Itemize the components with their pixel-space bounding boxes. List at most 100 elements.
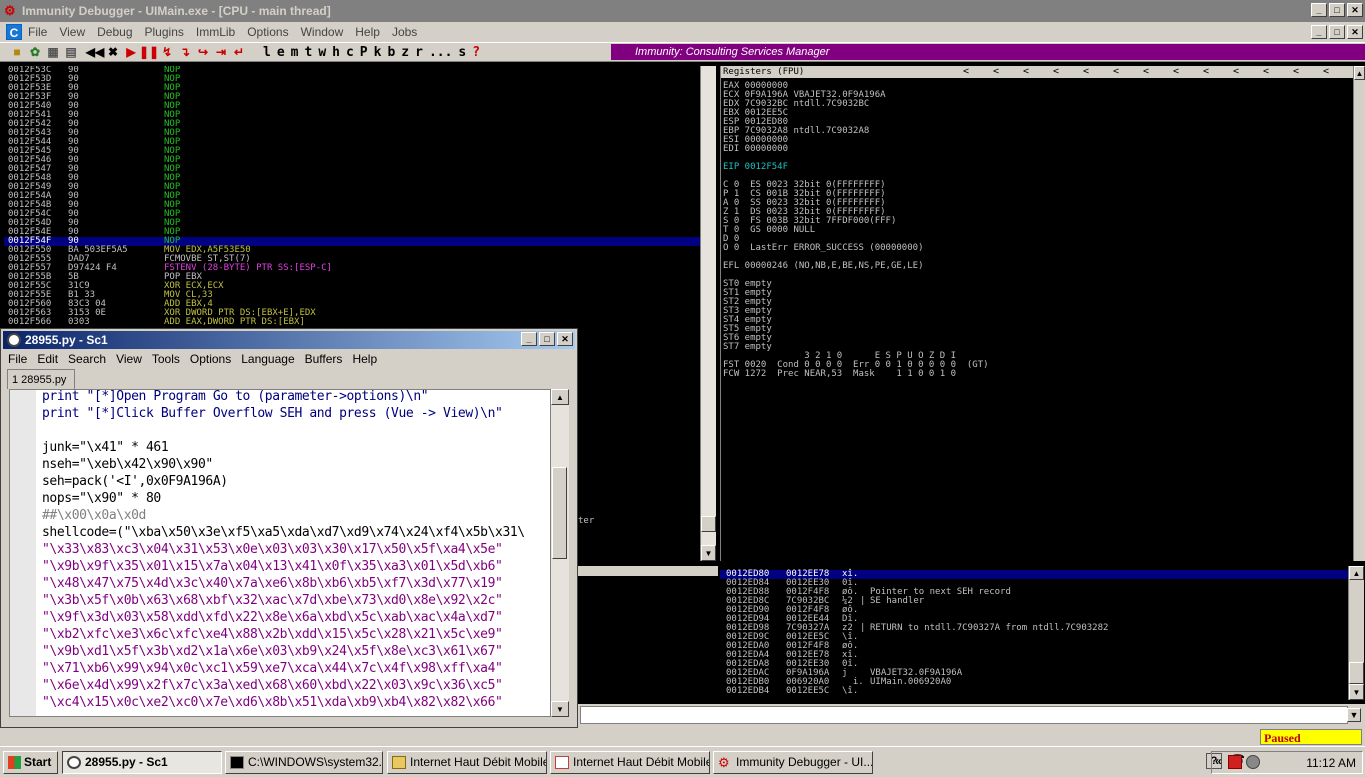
scroll-down-icon[interactable]: ▼ [701,545,716,561]
task-scite[interactable]: 28955.py - Sc1 [62,751,222,774]
disasm-row[interactable]: 0012F54C 90 NOP [4,210,716,219]
editor-scrollbar[interactable]: ▲ ▼ [551,389,569,717]
maximize-button[interactable]: □ [1329,3,1345,17]
pause-icon[interactable]: ❚❚ [140,44,158,60]
menu-jobs[interactable]: Jobs [392,25,417,39]
chevron-left-icon[interactable]: < [1053,66,1059,78]
chevron-left-icon[interactable]: < [993,66,999,78]
register-line[interactable]: FCW 1272 Prec NEAR,53 Mask 1 1 0 0 1 0 [723,370,956,379]
disasm-row[interactable]: 0012F54B 90 NOP [4,201,716,210]
disasm-row[interactable]: 0012F547 90 NOP [4,165,716,174]
start-button[interactable]: Start [3,751,58,774]
disasm-row[interactable]: 0012F540 90 NOP [4,102,716,111]
windows-button[interactable]: w [318,45,326,60]
tray-speaker-icon[interactable] [1246,755,1260,769]
source-button[interactable]: s [458,45,466,60]
disasm-row[interactable]: 0012F557 D97424 F4 FSTENV (28-BYTE) PTR SS… [4,264,716,273]
chevron-left-icon[interactable]: < [1023,66,1029,78]
menu-file[interactable]: File [28,25,47,39]
registers-pane[interactable]: Registers (FPU) < < < < < < < < < < < < … [720,66,1364,561]
chevron-left-icon[interactable]: < [1263,66,1269,78]
menu-plugins[interactable]: Plugins [145,25,184,39]
task-cmd[interactable]: C:\WINDOWS\system32... [225,751,383,774]
menu-debug[interactable]: Debug [97,25,132,39]
close-program-icon[interactable]: ▤ [62,44,80,60]
go-to-icon[interactable]: ⇥ [212,44,230,60]
editor-title-bar[interactable]: 28955.py - Sc1 [3,331,575,349]
menu-window[interactable]: Window [301,25,344,39]
disasm-row[interactable]: 0012F542 90 NOP [4,120,716,129]
threads-button[interactable]: t [304,45,312,60]
task-immunity[interactable]: ⚙ Immunity Debugger - UI... [713,751,873,774]
registers-scrollbar[interactable]: ▲ [1353,66,1365,561]
editor-maximize-button[interactable]: □ [539,332,555,346]
chevron-left-icon[interactable]: < [1113,66,1119,78]
disasm-row[interactable]: 0012F53D 90 NOP [4,75,716,84]
stack-scrollbar[interactable]: ▲ ▼ [1348,566,1364,700]
disasm-row[interactable]: 0012F546 90 NOP [4,156,716,165]
editor-minimize-button[interactable]: _ [521,332,537,346]
disasm-row[interactable]: 0012F550 BA 503EF5A5 MOV EDX,A5F53E50 [4,246,716,255]
chevron-left-icon[interactable]: < [1083,66,1089,78]
chevron-left-icon[interactable]: < [963,66,969,78]
task-internet-2[interactable]: Internet Haut Débit Mobile [550,751,710,774]
cpu-button[interactable]: c [346,45,354,60]
chevron-left-icon[interactable]: < [1233,66,1239,78]
scroll-thumb[interactable] [701,516,716,532]
chevron-left-icon[interactable]: < [1143,66,1149,78]
memory-map-button[interactable]: m [291,45,299,60]
disasm-row[interactable]: 0012F560 83C3 04 ADD EBX,4 [4,300,716,309]
scroll-up-icon[interactable]: ▲ [1349,566,1364,580]
editor-menu-language[interactable]: Language [241,352,294,366]
child-restore-button[interactable]: □ [1329,25,1345,39]
patches-button[interactable]: P [360,45,368,60]
editor-menu-help[interactable]: Help [352,352,377,366]
register-line[interactable]: EDI 00000000 [723,145,788,154]
editor-tab[interactable]: 1 28955.py [7,369,75,389]
editor-menu-edit[interactable]: Edit [37,352,58,366]
run-icon[interactable]: ▶ [122,44,140,60]
command-dropdown-icon[interactable]: ▼ [1347,708,1361,722]
cpu-window-icon[interactable]: C [6,24,22,40]
chevron-left-icon[interactable]: < [1323,66,1329,78]
tray-expand-icon[interactable]: « [1215,754,1222,768]
more-button[interactable]: ... [429,45,452,60]
handles-button[interactable]: h [332,45,340,60]
scroll-thumb[interactable] [552,467,567,559]
open-icon[interactable]: ■ [8,44,26,60]
step-into-icon[interactable]: ↯ [158,44,176,60]
editor-menu-search[interactable]: Search [68,352,106,366]
disasm-row[interactable]: 0012F543 90 NOP [4,129,716,138]
disasm-row[interactable]: 0012F54D 90 NOP [4,219,716,228]
log-window-button[interactable]: l [263,45,271,60]
disasm-row[interactable]: 0012F549 90 NOP [4,183,716,192]
help-button[interactable]: ? [472,45,480,60]
breakpoints-button[interactable]: b [387,45,395,60]
child-minimize-button[interactable]: _ [1311,25,1327,39]
close-button[interactable]: ✕ [1347,3,1363,17]
menu-options[interactable]: Options [247,25,288,39]
menu-immlib[interactable]: ImmLib [196,25,235,39]
attach-icon[interactable]: ✿ [26,44,44,60]
disassembly-pane[interactable]: 0012F53C 90 NOP 0012F53D 90 NOP 0012F53E 90 NOP 0… [4,66,716,328]
menu-help[interactable]: Help [355,25,380,39]
scroll-up-icon[interactable]: ▲ [551,389,569,405]
disasm-row[interactable]: 0012F55C 31C9 XOR ECX,ECX [4,282,716,291]
editor-menu-tools[interactable]: Tools [152,352,180,366]
register-line[interactable]: EFL 00000246 (NO,NB,E,BE,NS,PE,GE,LE) [723,262,923,271]
disasm-row[interactable]: 0012F53C 90 NOP [4,66,716,75]
disasm-row[interactable]: 0012F541 90 NOP [4,111,716,120]
register-line[interactable]: EIP 0012F54F [723,163,788,172]
call-stack-button[interactable]: k [374,45,382,60]
stack-pane[interactable]: 0012ED80 0012EE78 xî. 0012ED84 0012EE30 0î.… [720,566,1364,700]
disasm-row[interactable]: 0012F53E 90 NOP [4,84,716,93]
command-input[interactable] [580,706,1348,724]
disasm-row[interactable]: 0012F55B 5B POP EBX [4,273,716,282]
minimize-button[interactable]: _ [1311,3,1327,17]
child-close-button[interactable]: ✕ [1347,25,1363,39]
editor-menu-view[interactable]: View [116,352,142,366]
disassembly-scrollbar[interactable]: ▼ [700,66,716,561]
disasm-row[interactable]: 0012F548 90 NOP [4,174,716,183]
scroll-down-icon[interactable]: ▼ [551,701,569,717]
restart-icon[interactable]: ▦ [44,44,62,60]
